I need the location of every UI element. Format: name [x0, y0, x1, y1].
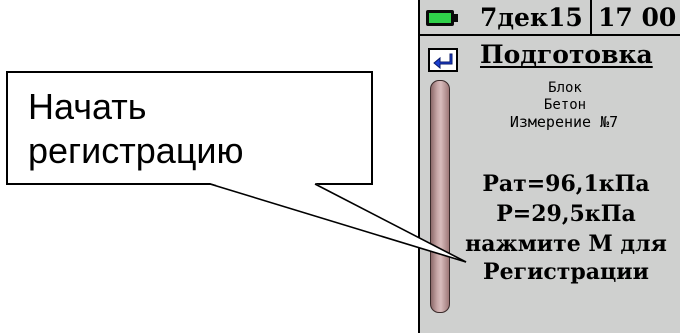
callout-line-1: Начать — [28, 86, 147, 127]
stage: 7дек15 17 00 Подготовка Блок Бетон Измер… — [0, 0, 680, 333]
screen-title: Подготовка — [480, 40, 653, 69]
status-divider — [590, 0, 592, 36]
time-label: 17 00 — [598, 3, 677, 32]
callout-line-2: регистрацию — [28, 130, 244, 171]
registration-prompt: Регистрации — [483, 259, 649, 285]
battery-icon — [426, 10, 454, 26]
back-button[interactable] — [428, 48, 458, 72]
scrollbar[interactable] — [430, 80, 450, 313]
material-label: Бетон — [543, 97, 587, 113]
device-screen: 7дек15 17 00 Подготовка Блок Бетон Измер… — [418, 0, 680, 333]
battery-level — [429, 13, 451, 23]
atmospheric-pressure-reading: Рат=96,1кПа — [482, 171, 650, 197]
battery-tip — [454, 14, 458, 22]
press-m-prompt: нажмите М для — [465, 231, 667, 257]
pressure-reading: Р=29,5кПа — [496, 201, 636, 227]
callout-box: Начать регистрацию — [6, 71, 373, 185]
date-label: 7дек15 — [480, 3, 583, 32]
measurement-number: Измерение №7 — [509, 113, 619, 131]
back-arrow-icon — [433, 53, 453, 69]
status-bar: 7дек15 17 00 — [420, 0, 680, 36]
object-label: Блок — [548, 80, 582, 96]
